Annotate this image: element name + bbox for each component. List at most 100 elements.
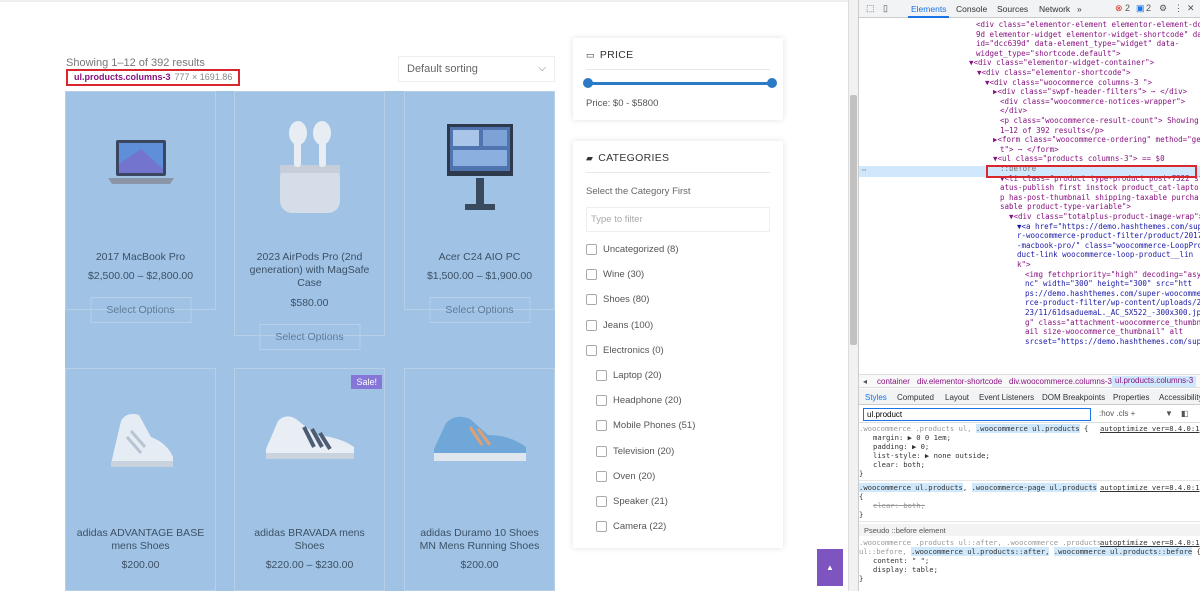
category-checkbox[interactable] — [586, 244, 597, 255]
category-checkbox[interactable] — [586, 269, 597, 281]
category-item[interactable]: Headphone (20) — [596, 395, 682, 407]
scrollbar-thumb[interactable] — [850, 95, 857, 345]
sidebar-toggle-icon[interactable]: ◧ — [1181, 409, 1189, 418]
category-item[interactable]: Mobile Phones (51) — [596, 420, 695, 432]
dom-node-line[interactable]: rce-product-filter/wp-content/uploads/20 — [1025, 298, 1200, 308]
category-checkbox[interactable] — [586, 344, 597, 356]
css-declaration[interactable]: clear: both; — [859, 460, 1200, 470]
breadcrumb-item[interactable]: div.elementor-shortcode — [917, 377, 1002, 386]
select-options-button[interactable]: Select Options — [259, 324, 360, 350]
tab-dom-breakpoints[interactable]: DOM Breakpoints — [1042, 393, 1105, 402]
dom-node-line[interactable]: k"> — [1017, 260, 1200, 270]
gear-icon[interactable]: ⚙ — [1159, 3, 1167, 14]
product-title[interactable]: Acer C24 AIO PC — [411, 251, 548, 264]
dom-node-line[interactable]: ▼<a href="https://demo.hashthemes.com/su… — [1017, 222, 1200, 232]
scroll-to-top-button[interactable]: ▲ — [817, 549, 843, 586]
breadcrumb-item-active[interactable]: ul.products.columns-3 — [1112, 376, 1197, 387]
category-checkbox[interactable] — [596, 370, 607, 381]
dom-node-line[interactable]: g" class="attachment-woocommerce_thumbn — [1025, 318, 1200, 328]
dom-node-line[interactable]: atus-publish first instock product_cat-l… — [1000, 183, 1200, 193]
dom-node-line[interactable]: ▶<form class="woocommerce-ordering" meth… — [993, 135, 1200, 145]
page-scrollbar[interactable] — [848, 0, 858, 591]
dom-node-line[interactable]: 9d elementor-widget elementor-widget-sho… — [976, 30, 1200, 40]
category-checkbox[interactable] — [596, 395, 607, 407]
dom-node-line[interactable]: ▼<div class="woocommerce columns-3 "> — [985, 78, 1200, 88]
category-checkbox[interactable] — [596, 420, 607, 432]
dom-node-line[interactable]: <div class="elementor-element elementor-… — [976, 20, 1200, 30]
product-title[interactable]: adidas Duramo 10 Shoes MN Mens Running S… — [411, 527, 548, 553]
category-item[interactable]: Laptop (20) — [596, 370, 662, 381]
product-card[interactable]: Acer C24 AIO PC $1,500.00 – $1,900.00 Se… — [404, 91, 555, 323]
tab-computed[interactable]: Computed — [897, 393, 934, 402]
category-item[interactable]: Camera (22) — [596, 521, 666, 533]
tab-sources[interactable]: Sources — [997, 4, 1028, 14]
css-declaration[interactable]: display: table; — [859, 565, 1200, 575]
dom-node-line[interactable]: <p class="woocommerce-result-count"> Sho… — [1000, 116, 1200, 126]
dom-node-line[interactable]: 1–12 of 392 results</p> — [1000, 126, 1200, 136]
select-options-button[interactable]: Select Options — [429, 297, 530, 323]
css-declaration-overridden[interactable]: clear: both; — [859, 501, 1200, 511]
category-checkbox[interactable] — [586, 319, 597, 331]
product-title[interactable]: adidas BRAVADA mens Shoes — [241, 527, 378, 553]
tab-properties[interactable]: Properties — [1113, 393, 1149, 402]
tab-accessibility[interactable]: Accessibility — [1159, 393, 1200, 402]
product-card[interactable]: 2017 MacBook Pro $2,500.00 – $2,800.00 S… — [65, 91, 216, 323]
sorting-select[interactable]: Default sorting ⌵ — [398, 56, 555, 82]
product-title[interactable]: 2017 MacBook Pro — [72, 251, 209, 264]
dom-node-line[interactable]: nc" width="300" height="300" src="htt — [1025, 279, 1200, 289]
tab-styles[interactable]: Styles — [865, 393, 887, 402]
dom-node-line[interactable]: duct-link woocommerce-loop-product__lin — [1017, 250, 1200, 260]
breadcrumb-back-icon[interactable]: ◂ — [863, 377, 867, 386]
category-item[interactable]: Jeans (100) — [586, 319, 653, 331]
price-min-handle[interactable] — [583, 78, 593, 88]
dom-node-line[interactable]: </div> — [1000, 106, 1200, 116]
category-item[interactable]: Uncategorized (8) — [586, 244, 679, 255]
product-card[interactable]: adidas ADVANTAGE BASE mens Shoes $200.00 — [65, 368, 216, 591]
dom-node-line[interactable]: ps://demo.hashthemes.com/super-woocomme — [1025, 289, 1200, 299]
more-tabs-button[interactable]: » — [1077, 4, 1082, 14]
tab-event-listeners[interactable]: Event Listeners — [979, 393, 1034, 402]
breadcrumb-item[interactable]: container — [877, 377, 910, 386]
dom-node-line[interactable]: <img fetchpriority="high" decoding="asy — [1025, 270, 1200, 280]
product-card[interactable]: 2023 AirPods Pro (2nd generation) with M… — [234, 91, 385, 350]
paint-icon[interactable]: ▼ — [1165, 409, 1173, 418]
category-checkbox[interactable] — [596, 445, 607, 457]
product-title[interactable]: adidas ADVANTAGE BASE mens Shoes — [72, 527, 209, 553]
error-count[interactable]: 2 — [1125, 3, 1130, 13]
selected-node[interactable]: ▼<ul class="products columns-3"> == $0 — [993, 154, 1200, 164]
dom-node-line[interactable]: sable product-type-variable"> — [1000, 202, 1200, 212]
close-icon[interactable]: ✕ — [1187, 3, 1195, 14]
breadcrumb-item[interactable]: div.woocommerce.columns-3 — [1009, 377, 1112, 386]
category-checkbox[interactable] — [596, 521, 607, 533]
dom-node-line[interactable]: ▼<div class="elementor-shortcode"> — [977, 68, 1200, 78]
category-checkbox[interactable] — [596, 470, 607, 482]
category-item[interactable]: Wine (30) — [586, 269, 644, 281]
category-item[interactable]: Television (20) — [596, 445, 674, 457]
dom-node-line[interactable]: 23/11/61dsaduemaL._AC_SX522_-300x300.jp — [1025, 308, 1200, 318]
dom-node-line[interactable]: id="dcc639d" data-element_type="widget" … — [976, 39, 1200, 49]
tab-console[interactable]: Console — [956, 4, 987, 14]
dom-node-line[interactable]: <div class="woocommerce-notices-wrapper"… — [1000, 97, 1200, 107]
category-filter-input[interactable]: Type to filter — [586, 207, 770, 232]
category-item[interactable]: Shoes (80) — [586, 294, 649, 306]
dom-node-line[interactable]: -macbook-pro/" class="woocommerce-LoopPr… — [1017, 241, 1200, 251]
styles-filter-input[interactable]: ul.product — [863, 408, 1091, 421]
styles-toolbar[interactable]: :hov .cls + — [1099, 409, 1135, 418]
dom-node-line[interactable]: widget_type="shortcode.default"> — [976, 49, 1200, 59]
price-slider[interactable] — [583, 78, 777, 88]
tab-network[interactable]: Network — [1039, 4, 1070, 14]
more-vert-icon[interactable]: ⋮ — [1174, 3, 1183, 14]
category-item[interactable]: Oven (20) — [596, 470, 655, 482]
css-source-link[interactable]: autoptimize_ver=8.4.0:1 — [1100, 483, 1200, 493]
select-options-button[interactable]: Select Options — [90, 297, 191, 323]
dom-node-line[interactable]: ▼<div class="totalplus-product-image-wra… — [1009, 212, 1200, 222]
dom-node-line[interactable]: r-woocommerce-product-filter/product/201… — [1017, 231, 1200, 241]
category-checkbox[interactable] — [586, 294, 597, 306]
inspect-element-icon[interactable]: ⬚ — [866, 3, 875, 14]
tab-layout[interactable]: Layout — [945, 393, 969, 402]
category-item[interactable]: Electronics (0) — [586, 344, 664, 356]
message-count[interactable]: 2 — [1146, 3, 1151, 13]
css-source-link[interactable]: autoptimize_ver=8.4.0:1 — [1100, 424, 1200, 434]
product-card[interactable]: adidas Duramo 10 Shoes MN Mens Running S… — [404, 368, 555, 591]
dom-node-line[interactable]: ▼<div class="elementor-widget-container"… — [969, 58, 1200, 68]
